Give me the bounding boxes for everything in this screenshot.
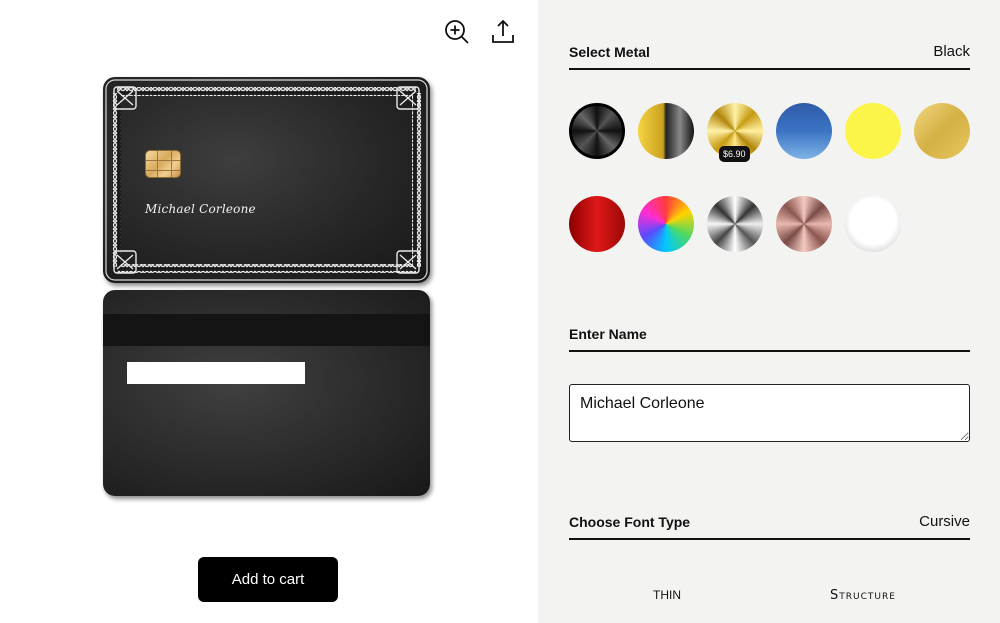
select-metal-header: Select Metal Black: [569, 40, 970, 70]
celtic-border-frame: [105, 79, 428, 281]
enter-name-header: Enter Name: [569, 322, 970, 352]
font-type-header: Choose Font Type Cursive: [569, 510, 970, 540]
font-type-label: Choose Font Type: [569, 514, 691, 530]
magnetic-stripe: [103, 314, 430, 346]
font-option-structure[interactable]: Structure: [830, 588, 896, 603]
zoom-in-icon[interactable]: [443, 18, 471, 46]
add-to-cart-button[interactable]: Add to cart: [198, 557, 338, 602]
customizer-panel: Select Metal Black $6.90 Enter Name Mich…: [538, 0, 1000, 623]
card-front-preview: Michael Corleone: [103, 77, 430, 283]
swatch-black[interactable]: [569, 103, 625, 159]
swatch-yellow[interactable]: [845, 103, 901, 159]
card-back-preview: [103, 290, 430, 496]
swatch-rose-gold[interactable]: [776, 196, 832, 252]
swatch-rainbow[interactable]: [638, 196, 694, 252]
name-input[interactable]: Michael Corleone: [569, 384, 970, 442]
signature-panel: [127, 362, 305, 384]
selected-metal-value: Black: [933, 43, 970, 60]
selected-font-value: Cursive: [919, 513, 970, 530]
card-holder-name: Michael Corleone: [145, 202, 256, 216]
select-metal-label: Select Metal: [569, 44, 650, 60]
swatch-gold[interactable]: [914, 103, 970, 159]
font-option-thin[interactable]: THIN: [653, 588, 681, 602]
swatch-price-badge: $6.90: [719, 146, 750, 162]
enter-name-label: Enter Name: [569, 326, 647, 342]
swatch-white[interactable]: [845, 196, 901, 252]
swatch-red[interactable]: [569, 196, 625, 252]
emv-chip: [145, 150, 181, 178]
swatch-blue[interactable]: [776, 103, 832, 159]
swatch-gold-black[interactable]: [638, 103, 694, 159]
card-preview-pane: Michael Corleone Add to cart: [0, 0, 538, 623]
share-icon[interactable]: [489, 18, 517, 46]
swatch-silver[interactable]: [707, 196, 763, 252]
